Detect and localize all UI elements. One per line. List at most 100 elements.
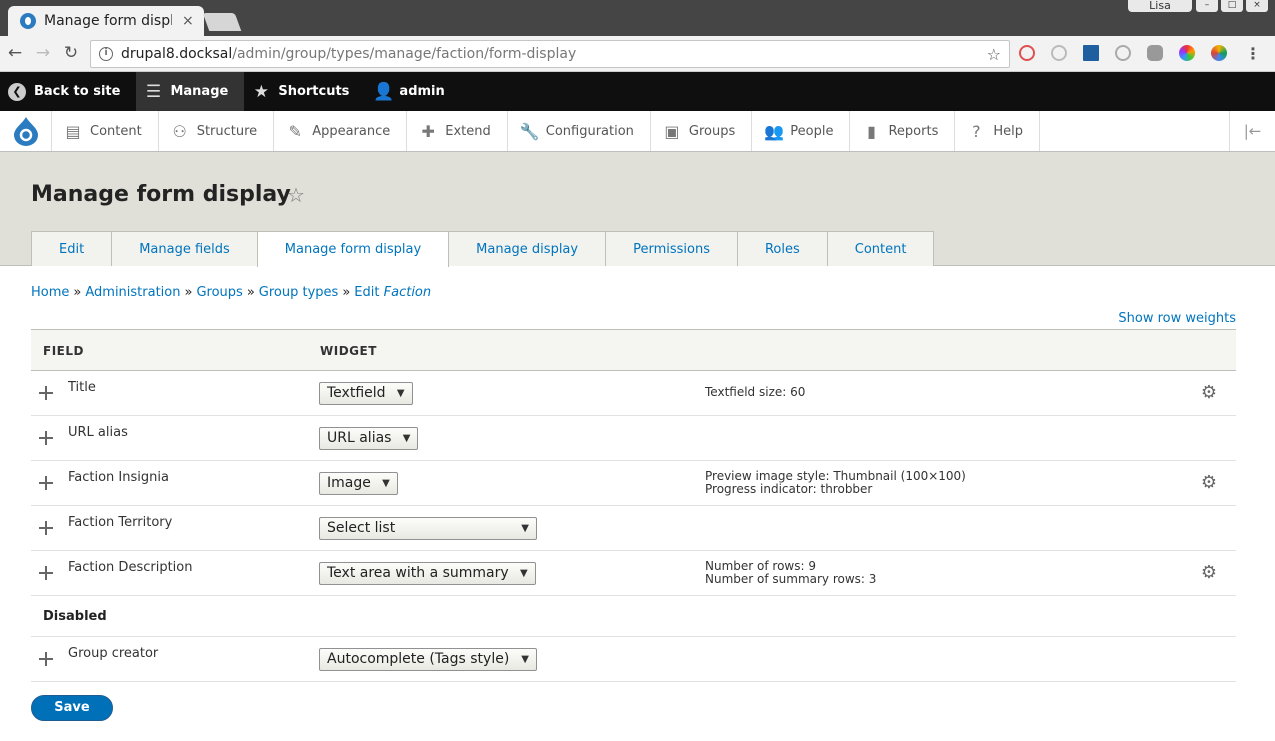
extension-l-icon[interactable] (1083, 45, 1099, 61)
tray-item-people[interactable]: 👥 People (752, 111, 851, 151)
drag-handle-icon[interactable] (39, 521, 53, 535)
tab-manage-form-display[interactable]: Manage form display (256, 231, 450, 267)
table-row: Faction Description Text area with a summ… (31, 551, 1236, 596)
extension-blocker-icon[interactable] (1019, 45, 1035, 61)
document-icon: ▤ (65, 121, 81, 141)
sitemap-icon: ⚇ (172, 121, 187, 141)
hamburger-icon: ☰ (145, 81, 162, 102)
tray-label: Help (993, 123, 1023, 139)
breadcrumb-separator: » (184, 285, 193, 300)
tab-content[interactable]: Content (826, 231, 935, 266)
dropdown-arrow-icon: ▼ (519, 568, 528, 579)
drupal-logo-icon[interactable] (0, 111, 52, 151)
drag-handle-icon[interactable] (39, 566, 53, 580)
new-tab-button[interactable] (202, 13, 242, 31)
tab-roles[interactable]: Roles (736, 231, 828, 266)
breadcrumb-edit-faction[interactable]: Edit Faction (354, 285, 431, 300)
widget-select-value: Text area with a summary (327, 565, 509, 581)
tab-edit[interactable]: Edit (31, 231, 113, 266)
summary-line: Progress indicator: throbber (705, 482, 873, 496)
browser-menu-icon[interactable]: ⋮ (1245, 44, 1261, 63)
breadcrumb-separator: » (342, 285, 351, 300)
extension-code-icon[interactable] (1115, 45, 1131, 61)
widget-select[interactable]: Autocomplete (Tags style) ▼ (319, 648, 537, 671)
field-label: Faction Territory (68, 515, 173, 530)
bookmark-star-icon[interactable]: ☆ (987, 45, 1001, 64)
widget-summary: Number of rows: 9 Number of summary rows:… (705, 560, 876, 586)
widget-select[interactable]: URL alias ▼ (319, 427, 419, 450)
tray-item-help[interactable]: ? Help (955, 111, 1040, 151)
browser-tab[interactable]: Manage form displa × (8, 6, 204, 36)
widget-select[interactable]: Textfield ▼ (319, 382, 413, 405)
summary-line: Textfield size: 60 (705, 385, 806, 399)
back-to-site-link[interactable]: ❮ Back to site (0, 72, 136, 111)
tray-item-structure[interactable]: ⚇ Structure (159, 111, 275, 151)
show-row-weights-link[interactable]: Show row weights (1118, 311, 1236, 326)
back-to-site-label: Back to site (34, 84, 121, 99)
close-tab-icon[interactable]: × (182, 13, 194, 29)
tab-manage-fields[interactable]: Manage fields (111, 231, 258, 266)
primary-tabs: Edit Manage fields Manage form display M… (31, 231, 935, 267)
breadcrumb-group-types[interactable]: Group types (259, 285, 339, 300)
field-label: URL alias (68, 425, 128, 440)
tray-orientation-icon[interactable]: |← (1229, 111, 1275, 151)
drag-handle-icon[interactable] (39, 476, 53, 490)
drag-handle-icon[interactable] (39, 386, 53, 400)
widget-select[interactable]: Select list ▼ (319, 517, 537, 540)
drag-handle-icon[interactable] (39, 652, 53, 666)
user-tab[interactable]: 👤 admin (365, 72, 460, 111)
shortcut-star-icon[interactable]: ☆ (287, 183, 305, 207)
field-label: Faction Description (68, 560, 193, 575)
user-label: admin (399, 84, 445, 99)
extension-picker-icon[interactable] (1211, 45, 1227, 61)
drag-handle-icon[interactable] (39, 431, 53, 445)
field-label: Group creator (68, 646, 159, 661)
gear-icon[interactable]: ⚙ (1200, 384, 1218, 402)
breadcrumb-edit-label: Edit (354, 285, 380, 300)
widget-select[interactable]: Image ▼ (319, 472, 398, 495)
gear-icon[interactable]: ⚙ (1200, 564, 1218, 582)
table-row: Title Textfield ▼ Textfield size: 60 ⚙ (31, 371, 1236, 416)
tray-label: Extend (445, 123, 491, 139)
table-row: Faction Insignia Image ▼ Preview image styl… (31, 461, 1236, 506)
field-label: Faction Insignia (68, 470, 169, 485)
tray-item-reports[interactable]: ▮ Reports (850, 111, 956, 151)
tray-item-content[interactable]: ▤ Content (52, 111, 159, 151)
info-icon[interactable]: i (99, 47, 113, 61)
profile-button[interactable]: Lisa (1128, 0, 1192, 12)
tray-item-configuration[interactable]: 🔧 Configuration (508, 111, 651, 151)
tab-manage-display[interactable]: Manage display (448, 231, 607, 266)
back-arrow-icon[interactable]: ← (4, 42, 26, 64)
close-window-button[interactable]: × (1246, 0, 1268, 12)
dropdown-arrow-icon: ▼ (382, 478, 390, 489)
breadcrumb-groups[interactable]: Groups (196, 285, 242, 300)
widget-select-value: Autocomplete (Tags style) (327, 651, 510, 667)
widget-select[interactable]: Text area with a summary ▼ (319, 562, 536, 585)
tray-label: Content (90, 123, 142, 139)
breadcrumb-administration[interactable]: Administration (85, 285, 180, 300)
minimize-button[interactable]: – (1196, 0, 1218, 12)
address-bar[interactable]: i drupal8.docksal/admin/group/types/mana… (90, 40, 1010, 68)
paintbrush-icon: ✎ (288, 121, 302, 141)
extension-color-icon[interactable] (1179, 45, 1195, 61)
url-path: /admin/group/types/manage/faction/form-d… (232, 46, 577, 62)
widget-column-header: WIDGET (320, 344, 377, 358)
browser-tab-title: Manage form displa (44, 13, 172, 29)
admin-tray: ▤ Content ⚇ Structure ✎ Appearance ✚ Extend … (0, 111, 1275, 152)
breadcrumb-home[interactable]: Home (31, 285, 69, 300)
extension-arrow-icon[interactable] (1147, 45, 1163, 61)
bar-chart-icon: ▮ (867, 121, 876, 141)
tray-item-extend[interactable]: ✚ Extend (407, 111, 508, 151)
shortcuts-tab[interactable]: ★ Shortcuts (244, 72, 365, 111)
manage-tab[interactable]: ☰ Manage (136, 72, 245, 111)
tab-permissions[interactable]: Permissions (605, 231, 738, 266)
reload-icon[interactable]: ↻ (60, 42, 82, 64)
save-button[interactable]: Save (31, 695, 113, 721)
tray-label: Structure (196, 123, 258, 139)
gear-icon[interactable]: ⚙ (1200, 474, 1218, 492)
forward-arrow-icon[interactable]: → (32, 42, 54, 64)
tray-item-appearance[interactable]: ✎ Appearance (274, 111, 408, 151)
extension-disabled-icon[interactable] (1051, 45, 1067, 61)
tray-item-groups[interactable]: ▣ Groups (651, 111, 753, 151)
maximize-button[interactable]: □ (1221, 0, 1243, 12)
